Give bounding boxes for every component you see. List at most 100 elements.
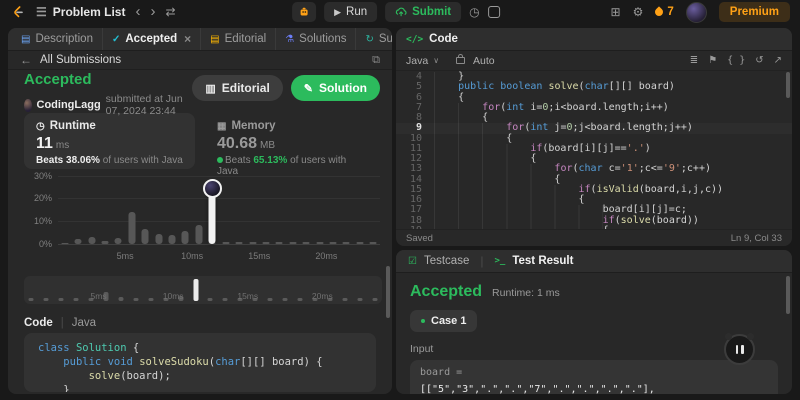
left-panel-scrollbar[interactable]: [386, 266, 390, 318]
language-select[interactable]: Java: [406, 55, 428, 67]
y-axis-label: 10%: [33, 216, 52, 227]
chart-bar: [181, 231, 189, 244]
back-arrow-icon[interactable]: ←: [20, 53, 32, 67]
input-box[interactable]: board = [["5","3",".",".","7",".",".",".…: [410, 360, 778, 394]
chart-bar: [128, 212, 136, 244]
code-snippet-line: solve(board);: [88, 370, 171, 382]
minimap-bar: [207, 298, 213, 301]
layout-grid-icon[interactable]: ⊞: [611, 6, 621, 18]
tab-accepted[interactable]: ✓ Accepted ×: [101, 28, 200, 50]
submitted-code-block[interactable]: class Solution { public void solveSudoku…: [24, 333, 376, 392]
chart-bar: [88, 237, 96, 244]
submit-button[interactable]: Submit: [385, 2, 462, 22]
line-number: 9: [415, 122, 422, 134]
tab-solutions[interactable]: ⚗ Solutions: [275, 28, 355, 50]
code-section-lang: Java: [71, 317, 97, 329]
clock-icon: ◷: [36, 120, 45, 132]
editor-toolbar: Java ∨ Auto ≣ ⚑ { } ↺ ↗: [396, 51, 792, 71]
run-button[interactable]: ▶ Run: [324, 2, 378, 22]
submitter-avatar: [24, 98, 32, 112]
premium-button[interactable]: Premium: [718, 2, 790, 22]
chart-bar: [289, 242, 297, 244]
chart-bar: [356, 242, 364, 244]
chart-bar: [342, 242, 350, 244]
timer-icon[interactable]: ◷: [469, 6, 479, 18]
chart-bar: [222, 241, 230, 244]
chart-bar: [302, 242, 310, 244]
chart-x-axis: 5ms 10ms 15ms 20ms: [58, 247, 380, 261]
line-number: 4: [415, 71, 422, 82]
editor-scrollbar[interactable]: [786, 72, 790, 98]
runtime-stat-card[interactable]: ◷ Runtime 11 ms Beats 38.06% of users wit…: [24, 113, 195, 169]
undo-icon[interactable]: ↺: [755, 55, 763, 66]
timer-widget[interactable]: [724, 333, 755, 365]
memory-beats-pct: 65.13%: [253, 155, 288, 166]
tab-testcase[interactable]: Testcase: [424, 255, 469, 267]
testcase-check-icon: ☑: [408, 255, 417, 267]
solution-button[interactable]: ✎ Solution: [290, 75, 380, 101]
chart-bar: [155, 233, 163, 244]
x-axis-label: 5ms: [116, 251, 134, 261]
tab-test-result[interactable]: Test Result: [512, 255, 573, 267]
submissions-icon: ↻: [365, 33, 374, 45]
editor-line[interactable]: 5 public boolean solve(char[][] board): [396, 81, 792, 93]
testcase-scrollbar[interactable]: [786, 276, 790, 314]
tab-submissions[interactable]: ↻Submissions: [355, 28, 392, 50]
editorial-button[interactable]: ▥ Editorial: [192, 75, 283, 101]
notes-icon[interactable]: [487, 6, 500, 18]
chart-bar: [61, 242, 69, 244]
terminal-icon: >_: [494, 256, 506, 266]
tab-description[interactable]: ▤ Description: [12, 28, 102, 50]
line-number: 8: [415, 112, 422, 123]
settings-gear-icon[interactable]: ⚙: [633, 6, 644, 18]
close-tab-icon[interactable]: ×: [184, 32, 191, 46]
prev-problem-icon[interactable]: ‹: [135, 4, 140, 19]
code-tab-label[interactable]: Code: [429, 33, 458, 45]
next-problem-icon[interactable]: ›: [150, 4, 155, 19]
chart-minimap-brush[interactable]: 5ms 10ms 15ms 20ms: [24, 276, 382, 304]
chart-bar: [262, 242, 270, 244]
daily-streak[interactable]: 7: [653, 6, 674, 18]
user-avatar[interactable]: [685, 1, 707, 23]
gridline: [58, 198, 380, 200]
editor-status-bar: Saved Ln 9, Col 33: [396, 229, 792, 246]
slider-avatar-knob[interactable]: [202, 179, 222, 199]
leetcode-logo-icon[interactable]: [10, 4, 26, 20]
copy-link-icon[interactable]: ⧉: [372, 54, 380, 67]
minimap-bar: [267, 298, 273, 301]
y-axis-label: 20%: [33, 193, 52, 204]
line-number: 13: [409, 163, 422, 175]
brackets-icon[interactable]: { }: [727, 55, 745, 66]
code-snippet-line: public void solveSudoku(char[][] board) …: [63, 356, 323, 368]
editor-line[interactable]: 13 for(char c='1';c<='9';c++): [396, 163, 792, 175]
memory-stat-card[interactable]: ▦ Memory 40.68 MB Beats 65.13% of users w…: [205, 113, 376, 177]
minimap-bar: [148, 298, 154, 301]
editor-line[interactable]: 17 board[i][j]=c;: [396, 204, 792, 216]
runtime-beats-pct: 38.06%: [66, 155, 100, 166]
case-1-chip[interactable]: Case 1: [410, 310, 478, 332]
gridline: [58, 221, 380, 223]
editor-line[interactable]: 9 for(int j=0;j<board.length;j++): [396, 122, 792, 134]
chart-bar: [101, 240, 109, 244]
chart-bar: [249, 242, 257, 244]
runtime-marker-slider[interactable]: [202, 179, 222, 244]
debugger-button[interactable]: [292, 2, 317, 22]
y-axis-label: 30%: [33, 170, 52, 181]
runtime-distribution-chart: 30% 20% 10% 0% 5ms 10ms 15ms 20ms: [24, 171, 382, 261]
submission-detail: Accepted CodingLagg submitted at Jun 07,…: [8, 69, 392, 394]
chart-bar: [235, 241, 243, 244]
case-dot-icon: [421, 319, 425, 323]
shuffle-icon[interactable]: ⇄: [165, 6, 175, 18]
tab-editorial[interactable]: ▤ Editorial: [200, 28, 275, 50]
bookmark-icon[interactable]: ⚑: [708, 55, 717, 66]
chart-bar: [74, 239, 82, 244]
expand-icon[interactable]: ↗: [774, 55, 782, 66]
auto-label[interactable]: Auto: [473, 55, 495, 67]
minimap-x-label: 10ms: [162, 291, 184, 301]
problem-list-label: Problem List: [52, 5, 126, 19]
editor-code-area[interactable]: 4 } 5 public boolean solve(char[][] board…: [396, 70, 792, 230]
problem-list-button[interactable]: ☰ Problem List: [36, 5, 125, 19]
top-navbar: ☰ Problem List ‹ › ⇄ ▶ Run Submit ◷ ⊞ ⚙ …: [0, 0, 800, 24]
submit-label: Submit: [412, 6, 452, 18]
format-code-icon[interactable]: ≣: [690, 55, 698, 66]
